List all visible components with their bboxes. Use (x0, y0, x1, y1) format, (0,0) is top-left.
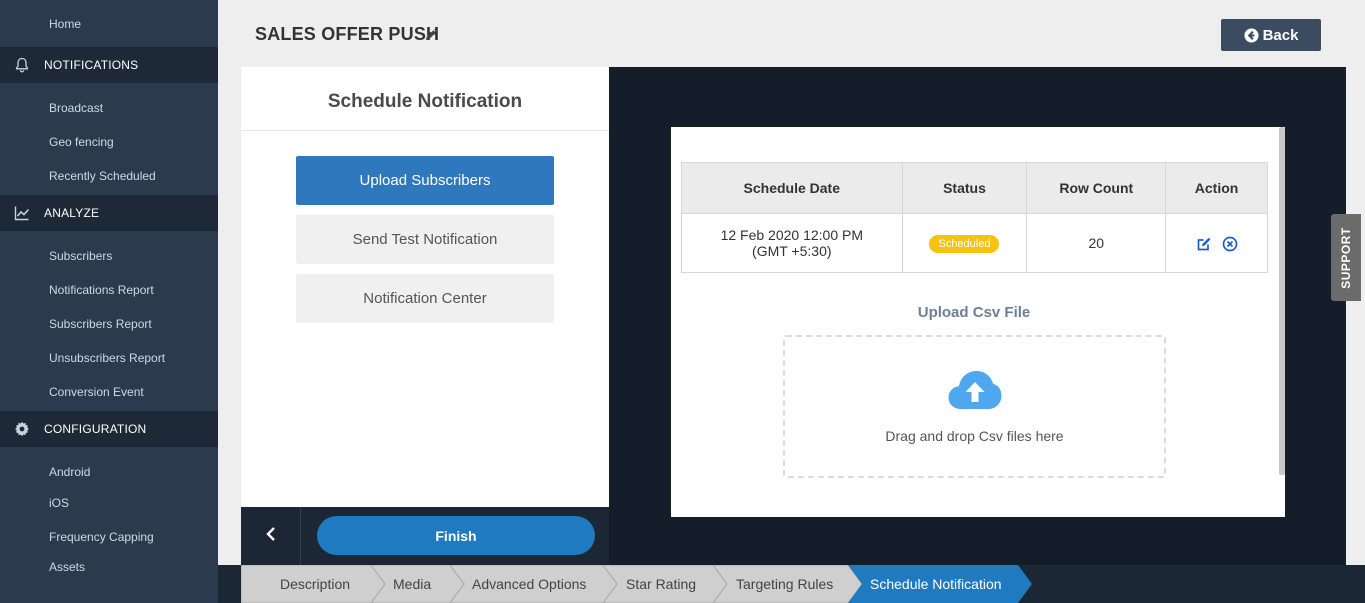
schedule-date: 12 Feb 2020 12:00 PM (720, 227, 863, 243)
sidebar-item-android[interactable]: Android (49, 465, 90, 479)
sidebar-section-configuration[interactable]: CONFIGURATION (0, 411, 218, 447)
status-cell: Scheduled (901, 213, 1028, 273)
notification-center-button[interactable]: Notification Center (296, 274, 554, 323)
sidebar-item-frequency-capping[interactable]: Frequency Capping (49, 530, 154, 544)
page-title: SALES OFFER PUSH (255, 24, 440, 44)
line-chart-icon (14, 205, 30, 221)
support-label: SUPPORT (1339, 226, 1354, 289)
sidebar-section-label: CONFIGURATION (44, 422, 147, 436)
pencil-icon[interactable] (424, 28, 438, 42)
step-media[interactable]: Media (393, 565, 431, 603)
sidebar-section-analyze[interactable]: ANALYZE (0, 195, 218, 231)
sidebar-item-recently-scheduled[interactable]: Recently Scheduled (49, 169, 156, 183)
sidebar-item-unsubscribers-report[interactable]: Unsubscribers Report (49, 351, 165, 365)
csv-dropzone[interactable]: Drag and drop Csv files here (783, 335, 1166, 478)
sidebar-item-home[interactable]: Home (49, 17, 81, 31)
sidebar-section-label: NOTIFICATIONS (44, 58, 139, 72)
edit-icon[interactable] (1196, 236, 1212, 252)
sidebar-item-subscribers-report[interactable]: Subscribers Report (49, 317, 152, 331)
divider (241, 130, 609, 131)
step-star-rating[interactable]: Star Rating (626, 565, 696, 603)
sidebar-section-notifications[interactable]: NOTIFICATIONS (0, 47, 218, 83)
schedule-table: Schedule Date Status Row Count Action 12… (681, 162, 1268, 273)
chevron-left-icon (265, 526, 277, 547)
action-cell (1165, 213, 1268, 273)
dropzone-text: Drag and drop Csv files here (885, 428, 1064, 444)
step-targeting-rules[interactable]: Targeting Rules (736, 565, 833, 603)
finish-button[interactable]: Finish (317, 516, 595, 555)
upload-subscribers-button[interactable]: Upload Subscribers (296, 156, 554, 205)
sidebar-item-notifications-report[interactable]: Notifications Report (49, 283, 154, 297)
cloud-upload-icon (947, 369, 1003, 411)
arrow-left-circle-icon (1244, 27, 1259, 43)
table-row: 12 Feb 2020 12:00 PM (GMT +5:30) Schedul… (681, 213, 1268, 273)
column-header: Status (901, 162, 1028, 214)
send-test-notification-button[interactable]: Send Test Notification (296, 215, 554, 264)
sidebar: Home NOTIFICATIONS Broadcast Geo fencing… (0, 0, 218, 603)
sidebar-item-ios[interactable]: iOS (49, 496, 69, 510)
schedule-panel: Schedule Notification Upload Subscribers… (241, 67, 609, 507)
schedule-date-cell: 12 Feb 2020 12:00 PM (GMT +5:30) (681, 213, 903, 273)
step-schedule-notification[interactable]: Schedule Notification (870, 565, 1002, 603)
scrollbar[interactable] (1279, 127, 1285, 475)
sidebar-item-conversion-event[interactable]: Conversion Event (49, 385, 144, 399)
column-header: Schedule Date (681, 162, 903, 214)
upload-csv-label: Upload Csv File (917, 304, 1031, 321)
close-circle-icon[interactable] (1222, 236, 1238, 252)
status-badge: Scheduled (929, 234, 1000, 253)
sidebar-item-subscribers[interactable]: Subscribers (49, 249, 112, 263)
back-button[interactable]: Back (1221, 19, 1321, 51)
sidebar-item-broadcast[interactable]: Broadcast (49, 101, 103, 115)
gear-icon (14, 421, 30, 437)
row-count-cell: 20 (1026, 213, 1167, 273)
column-header: Row Count (1026, 162, 1167, 214)
sidebar-item-geo-fencing[interactable]: Geo fencing (49, 135, 114, 149)
schedule-timezone: (GMT +5:30) (752, 243, 832, 259)
previous-button[interactable] (241, 507, 301, 565)
panel-footer: Finish (241, 507, 609, 565)
panel-title: Schedule Notification (327, 91, 523, 112)
step-description[interactable]: Description (280, 565, 350, 603)
step-advanced-options[interactable]: Advanced Options (472, 565, 586, 603)
bell-icon (14, 57, 30, 73)
sidebar-item-assets[interactable]: Assets (49, 560, 85, 574)
sidebar-section-label: ANALYZE (44, 206, 100, 220)
column-header: Action (1165, 162, 1268, 214)
support-tab[interactable]: SUPPORT (1331, 214, 1361, 301)
back-button-label: Back (1262, 26, 1299, 44)
